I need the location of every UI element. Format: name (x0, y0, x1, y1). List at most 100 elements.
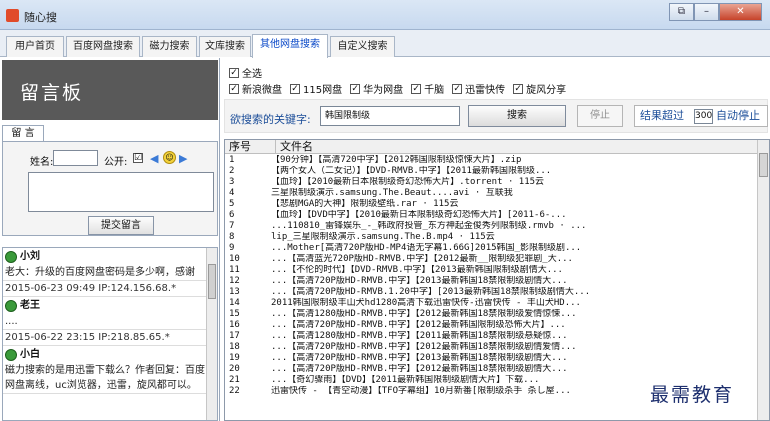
scrollbar-thumb[interactable] (208, 264, 216, 299)
results-header: 序号 文件名 (225, 140, 758, 154)
tab-message[interactable]: 留 言 (2, 125, 44, 141)
result-number: 12 (229, 276, 240, 286)
result-row[interactable]: 3 【血玲】【2010最新日本限制级奇幻恐怖大片】.torrent · 115云 (225, 177, 758, 188)
next-emoji-icon[interactable]: ▶ (179, 152, 187, 165)
scrollbar-thumb[interactable] (759, 153, 768, 177)
tab-magnet-search[interactable]: 磁力搜索 (142, 36, 197, 57)
result-filename: ...【不伦的时代】【DVD-RMVB.中字】【2013最新韩国限制级剧情大..… (271, 265, 563, 275)
result-row[interactable]: 20 ...【高清720P版HD-RMVB.中字】【2012最新韩国18禁限制级剧… (225, 364, 758, 375)
tab-other-pan-search[interactable]: 其他网盘搜索 (252, 34, 328, 58)
public-checkbox[interactable]: ☑ (133, 153, 143, 163)
search-panel: 欲搜索的关键字: 韩国限制级 搜索 停止 结果超过 300 自动停止 (224, 99, 768, 133)
author-name: 老王 (20, 300, 40, 311)
message-author: 小刘 (3, 248, 208, 265)
result-number: 13 (229, 287, 240, 297)
result-row[interactable]: 11 ...【不伦的时代】【DVD-RMVB.中字】【2013最新韩国限制级剧情大… (225, 265, 758, 276)
result-row[interactable]: 7 ...110810_雷锋娱乐_-_韩政府投管_东方神起金俊秀列限制级.rmvb… (225, 221, 758, 232)
result-row[interactable]: 14 2011韩国限制级丰山犬hd1280高清下载迅雷快传-迅雷快传 - 丰山犬H… (225, 298, 758, 309)
filter-label: 千脑 (424, 85, 445, 96)
submit-message-button[interactable]: 提交留言 (88, 216, 154, 235)
filter-label: 旋风分享 (526, 85, 567, 96)
message-textarea[interactable] (28, 172, 214, 212)
filter-select-all[interactable]: ✓ 全选 (229, 65, 262, 80)
tab-library-search[interactable]: 文库搜索 (199, 36, 251, 57)
filter-checkbox[interactable]: ✓ (411, 83, 422, 94)
guestbook-panel: 留言板 留 言 姓名: 公开: ☑ ◀ ☺ ▶ 提交留言 小刘 老大：升级的百度… (0, 58, 220, 421)
result-row[interactable]: 18 ...【高清720P版HD-RMVB.中字】【2012最新韩国18禁限制级剧… (225, 342, 758, 353)
result-number: 11 (229, 265, 240, 275)
keyword-input[interactable]: 韩国限制级 (320, 106, 460, 126)
guestbook-title: 留言板 (20, 82, 84, 104)
result-filename: ...【高清720P版HD-RMVB.1.20中字】[2013最新韩国18禁限制… (271, 287, 591, 297)
filter-sina[interactable]: ✓ 新浪微盘 (229, 81, 282, 96)
filter-checkbox[interactable]: ✓ (229, 83, 239, 94)
filter-huawei[interactable]: ✓ 华为网盘 (350, 81, 403, 96)
filter-qiannao[interactable]: ✓ 千脑 (411, 81, 444, 96)
filter-checkbox[interactable]: ✓ (452, 83, 463, 94)
tab-user-home[interactable]: 用户首页 (6, 36, 64, 57)
results-scrollbar[interactable] (757, 140, 769, 420)
filter-115[interactable]: ✓ 115网盘 (290, 81, 342, 96)
close-icon[interactable]: ✕ (719, 3, 762, 21)
tab-custom-search[interactable]: 自定义搜索 (330, 36, 395, 57)
result-filename: 【两个女人（二女记）】【DVD-RMVB.中字】【2011最新韩国限制级... (271, 166, 552, 176)
name-label: 姓名: (30, 157, 54, 168)
result-filename: ...【高清1280版HD-RMVB.中字】【2012最新韩国18禁限制级爱情惊… (271, 309, 577, 319)
message-form: 姓名: 公开: ☑ ◀ ☺ ▶ 提交留言 (2, 141, 218, 236)
result-row[interactable]: 12 ...【高清720P版HD-RMVB.中字】【2013最新韩国18禁限制级剧… (225, 276, 758, 287)
result-row[interactable]: 17 ...【高清1280版HD-RMVB.中字】【2011最新韩国18禁限制级悬… (225, 331, 758, 342)
result-number: 1 (229, 155, 235, 165)
guestbook-header: 留言板 (2, 60, 218, 120)
result-row[interactable]: 16 ...【高清720P版HD-RMVB.中字】【2012最新韩国限制级恐怖大片… (225, 320, 758, 331)
result-row[interactable]: 15 ...【高清1280版HD-RMVB.中字】【2012最新韩国18禁限制级爱… (225, 309, 758, 320)
result-filename: 【血玲】【2010最新日本限制级奇幻恐怖大片】.torrent · 115云 (271, 177, 545, 187)
name-field[interactable] (53, 150, 98, 166)
result-number: 18 (229, 342, 240, 352)
result-number: 4 (229, 188, 235, 198)
result-row[interactable]: 4 三星限制级演示.samsung.The.Beaut....avi · 互联我 (225, 188, 758, 199)
tab-baidu-pan-search[interactable]: 百度网盘搜索 (66, 36, 140, 57)
message-meta: 2015-06-22 23:15 IP:218.85.65.* (3, 330, 208, 346)
filter-checkbox[interactable]: ✓ (290, 83, 300, 94)
filter-row: ✓ 新浪微盘 ✓ 115网盘 ✓ 华为网盘 ✓ 千脑 ✓ 迅雷快传 ✓ 旋风分享 (229, 81, 566, 96)
message-author: 小白 (3, 346, 208, 363)
prev-emoji-icon[interactable]: ◀ (150, 152, 158, 165)
select-all-checkbox[interactable]: ✓ (229, 67, 239, 78)
limit-input[interactable]: 300 (694, 109, 713, 124)
search-button[interactable]: 搜索 (468, 105, 566, 127)
result-number: 14 (229, 298, 240, 308)
smiley-icon[interactable]: ☺ (163, 151, 176, 164)
user-avatar-icon (5, 348, 17, 361)
app-icon (6, 9, 19, 22)
result-filename: ...110810_雷锋娱乐_-_韩政府投管_东方神起金俊秀列限制级.rmvb … (271, 221, 587, 231)
result-row[interactable]: 9 ...Mother[高清720P版HD-MP4语无字幕1.66G]2015韩国… (225, 243, 758, 254)
filter-checkbox[interactable]: ✓ (350, 83, 361, 94)
select-all-label: 全选 (242, 69, 262, 80)
result-number: 3 (229, 177, 235, 187)
result-row[interactable]: 13 ...【高清720P版HD-RMVB.1.20中字】[2013最新韩国18禁… (225, 287, 758, 298)
author-name: 小刘 (20, 251, 40, 262)
filter-label: 华为网盘 (363, 85, 404, 96)
result-row[interactable]: 6 【血玲】【DVD中字】【2010最新日本限制级奇幻恐怖大片】[2011-6-.… (225, 210, 758, 221)
restore-icon[interactable]: ⧉ (669, 3, 694, 21)
filter-xuanfeng[interactable]: ✓ 旋风分享 (513, 81, 566, 96)
result-row[interactable]: 8 lip_三星限制级演示.samsung.The.B.mp4 · 115云 (225, 232, 758, 243)
public-label: 公开: (104, 157, 128, 168)
user-avatar-icon (5, 250, 17, 263)
result-row[interactable]: 10 ...【高清蓝光720P版HD-RMVB.中字】【2012最新__限制级犯罪… (225, 254, 758, 265)
filter-checkbox[interactable]: ✓ (513, 83, 524, 94)
stop-button[interactable]: 停止 (577, 105, 623, 127)
column-header-number[interactable]: 序号 (229, 140, 251, 154)
minimize-icon[interactable]: – (694, 3, 719, 21)
column-header-filename[interactable]: 文件名 (275, 140, 313, 154)
result-number: 20 (229, 364, 240, 374)
filter-xunlei[interactable]: ✓ 迅雷快传 (452, 81, 505, 96)
result-filename: ...【高清720P版HD-RMVB.中字】【2013最新韩国18禁限制级剧情大… (271, 276, 568, 286)
message-meta: 2015-06-23 09:49 IP:124.156.68.* (3, 281, 208, 297)
result-number: 22 (229, 386, 240, 396)
result-row[interactable]: 1 【90分钟】【高清720中字】【2012韩国限制级惊悚大片】.zip (225, 155, 758, 166)
result-row[interactable]: 2 【两个女人（二女记）】【DVD-RMVB.中字】【2011最新韩国限制级... (225, 166, 758, 177)
result-row[interactable]: 5 【悲剧MGA的大神】限制级壁纸.rar · 115云 (225, 199, 758, 210)
message-scrollbar[interactable] (206, 248, 217, 420)
result-row[interactable]: 19 ...【高清720P版HD-RMVB.中字】【2013最新韩国18禁限制级剧… (225, 353, 758, 364)
